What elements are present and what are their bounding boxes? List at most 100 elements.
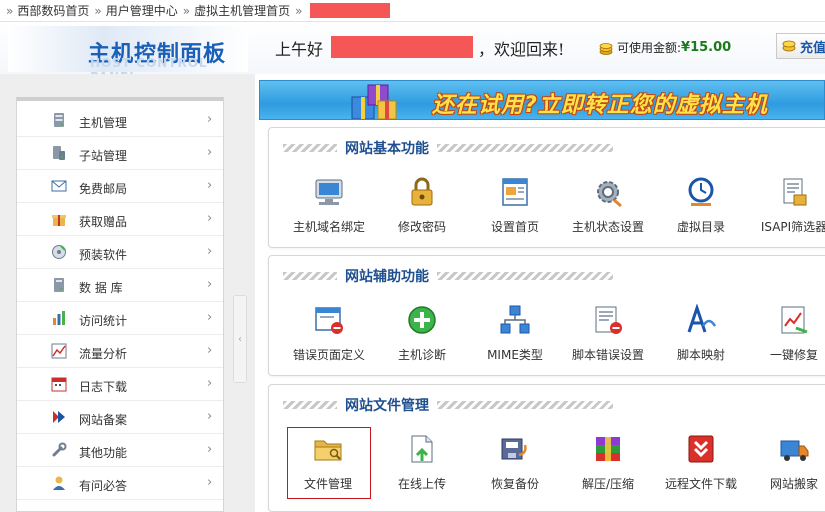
greeting-suffix: ，欢迎回来! — [478, 40, 565, 59]
redacted-block — [310, 3, 391, 18]
sidebar-item-get-gifts[interactable]: 获取赠品 › — [17, 203, 223, 236]
panel-title: 网站基本功能 — [345, 141, 429, 157]
sidebar-item-database[interactable]: 数 据 库 › — [17, 269, 223, 302]
chevron-left-icon: ‹ — [238, 333, 242, 345]
recharge-button[interactable]: 充值 — [776, 33, 825, 59]
tool-label: ISAPI筛选器 — [760, 220, 825, 234]
sidebar-item-label: 数 据 库 — [79, 281, 123, 295]
error-page-icon — [315, 307, 343, 334]
chevron-right-icon: › — [207, 310, 213, 325]
gift-boxes-icon — [351, 84, 397, 119]
chevron-right-icon: › — [207, 343, 213, 358]
coin-stack-icon — [599, 42, 613, 55]
greeting-prefix: 上午好 — [275, 40, 324, 59]
sidebar-item-visit-stats[interactable]: 访问统计 › — [17, 302, 223, 335]
sidebar-item-label: 主机管理 — [79, 116, 128, 130]
panel-auxiliary-functions: 网站辅助功能 错误页面定义 主机诊断 MIME类型 脚本错误设置 脚本映射 一键… — [268, 255, 825, 376]
download-icon — [688, 435, 714, 463]
substation-icon — [53, 146, 65, 160]
chevron-right-icon: › — [207, 211, 213, 226]
panel-header: 网站文件管理 — [283, 395, 613, 415]
tool-isapi-filter[interactable]: ISAPI筛选器 — [739, 170, 825, 244]
header-stripes — [437, 144, 613, 152]
database-icon — [54, 278, 64, 292]
sidebar-item-host-management[interactable]: 主机管理 › — [17, 104, 223, 137]
tool-label: 一键修复 — [769, 348, 818, 362]
script-map-icon — [687, 304, 717, 333]
sidebar-item-label: 访问统计 — [79, 314, 128, 328]
sidebar-item-site-record[interactable]: 网站备案 › — [17, 401, 223, 434]
traffic-icon — [51, 343, 67, 359]
sidebar-item-label: 获取赠品 — [79, 215, 128, 229]
password-lock-icon — [411, 177, 433, 206]
panel-title: 网站辅助功能 — [345, 269, 429, 285]
sidebar-item-label: 预装软件 — [79, 248, 128, 262]
breadcrumb-link-user-center[interactable]: 用户管理中心 — [106, 2, 178, 19]
sidebar-item-subsite[interactable]: 子站管理 › — [17, 137, 223, 170]
header-stripes — [283, 144, 337, 152]
header-stripes — [437, 272, 613, 280]
breadcrumb-separator: » — [295, 3, 303, 18]
tool-label: 网站搬家 — [769, 477, 818, 491]
chevron-right-icon: › — [207, 145, 213, 160]
sidebar-item-other-functions[interactable]: 其他功能 › — [17, 434, 223, 467]
record-icon — [53, 411, 65, 423]
sidebar-item-label: 日志下载 — [79, 380, 128, 394]
panel-basic-functions: 网站基本功能 主机域名绑定 修改密码 设置首页 主机状态设置 虚拟目录 ISAP… — [268, 127, 825, 248]
header-stripes — [283, 401, 337, 409]
balance-label: 可使用金额: — [617, 41, 682, 55]
chevron-right-icon: › — [207, 178, 213, 193]
sidebar-item-free-mail[interactable]: 免费邮局 › — [17, 170, 223, 203]
recharge-label: 充值 — [800, 40, 825, 56]
mail-icon — [51, 180, 67, 192]
sidebar-item-log-download[interactable]: 日志下载 › — [17, 368, 223, 401]
sidebar-item-label: 流量分析 — [79, 347, 128, 361]
truck-icon — [780, 440, 809, 461]
sidebar-item-label: 网站备案 — [79, 413, 128, 427]
clock-icon — [688, 177, 714, 206]
breadcrumb: » 西部数码首页 » 用户管理中心 » 虚拟主机管理首页 » — [0, 0, 825, 22]
breadcrumb-separator: » — [6, 3, 14, 18]
chevron-right-icon: › — [207, 244, 213, 259]
header: 主机控制面板 HOST CONTROL PANEL 上午好 ，欢迎回来! 可使用… — [0, 22, 825, 84]
homepage-icon — [502, 178, 528, 206]
breadcrumb-separator: » — [182, 3, 191, 18]
mime-icon — [500, 305, 530, 334]
chevron-right-icon: › — [207, 442, 213, 457]
software-icon — [52, 245, 66, 259]
balance: 可使用金额: ¥15.00 — [598, 39, 731, 56]
coin-icon — [782, 40, 796, 52]
sidebar-item-label: 有问必答 — [79, 479, 128, 493]
panel-file-management: 网站文件管理 文件管理 在线上传 恢复备份 解压/压缩 远程文件下载 网站搬家 — [268, 384, 825, 512]
breadcrumb-link-home[interactable]: 西部数码首页 — [17, 2, 89, 19]
archive-icon — [596, 437, 620, 461]
script-error-icon — [595, 306, 622, 334]
log-icon — [51, 377, 67, 392]
chevron-right-icon: › — [207, 409, 213, 424]
sidebar-item-traffic-analysis[interactable]: 流量分析 › — [17, 335, 223, 368]
gear-icon — [597, 181, 622, 208]
chevron-right-icon: › — [207, 475, 213, 490]
filter-icon — [783, 178, 807, 206]
panel-title: 网站文件管理 — [345, 398, 429, 414]
sidebar-item-qa[interactable]: 有问必答 › — [17, 467, 223, 500]
tool-site-migration[interactable]: 网站搬家 — [739, 427, 825, 501]
help-icon — [53, 476, 65, 490]
breadcrumb-link-vhost-home[interactable]: 虚拟主机管理首页 — [194, 2, 290, 19]
domain-bind-icon — [315, 179, 343, 205]
chevron-right-icon: › — [207, 376, 213, 391]
panel-header: 网站辅助功能 — [283, 266, 613, 286]
promo-banner[interactable]: 还在试用?立即转正您的虚拟主机 — [259, 80, 825, 120]
stats-icon — [53, 311, 65, 325]
tool-one-click-repair[interactable]: 一键修复 — [739, 298, 825, 372]
sidebar-item-preinstalled-software[interactable]: 预装软件 › — [17, 236, 223, 269]
upload-icon — [411, 435, 433, 463]
restore-icon — [501, 438, 527, 460]
sidebar-item-label: 子站管理 — [79, 149, 128, 163]
breadcrumb-separator: » — [94, 3, 102, 18]
sidebar: 主机管理 › 子站管理 › 免费邮局 › 获取赠品 › 预装软件 › 数 据 库… — [16, 97, 224, 512]
sidebar-item-label: 免费邮局 — [79, 182, 128, 196]
chevron-right-icon: › — [207, 277, 213, 292]
panel-header: 网站基本功能 — [283, 138, 613, 158]
sidebar-collapse-handle[interactable]: ‹ — [233, 295, 247, 383]
